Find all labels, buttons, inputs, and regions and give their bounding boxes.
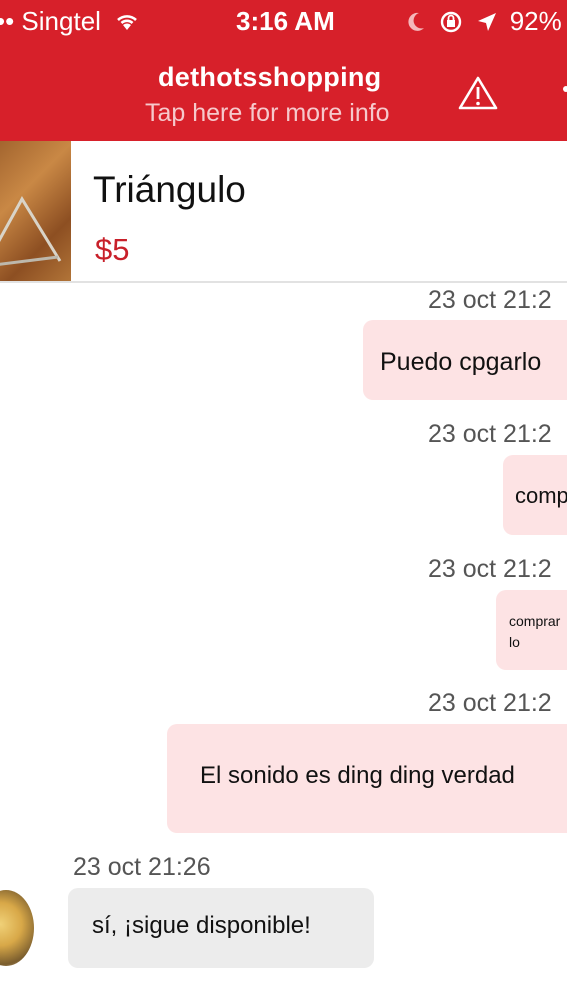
status-icons: 92% — [406, 6, 562, 37]
message-text: sí, ¡sigue disponible! — [92, 912, 311, 939]
battery-percent: 92% — [509, 6, 562, 36]
product-card[interactable]: Triángulo $5 — [0, 141, 567, 283]
moon-icon — [408, 12, 424, 31]
message-timestamp: 23 oct 21:2 — [428, 286, 552, 314]
rotation-lock-icon — [441, 11, 462, 33]
incoming-message-bubble[interactable]: sí, ¡sigue disponible! — [68, 888, 374, 968]
outgoing-message-bubble[interactable]: comp — [503, 455, 567, 535]
message-timestamp: 23 oct 21:2 — [428, 420, 552, 448]
message-text: comprar — [509, 613, 561, 629]
message-text: Puedo cpgarlo — [380, 348, 542, 376]
product-name: Triángulo — [93, 169, 246, 210]
clock: 3:16 AM — [236, 6, 335, 36]
message-text: El sonido es ding ding verdad — [200, 762, 515, 789]
message-text: comp — [515, 483, 567, 508]
seller-name[interactable]: dethotsshopping — [158, 62, 381, 93]
message-text-line-2: lo — [509, 634, 520, 650]
message-timestamp: 23 oct 21:26 — [73, 853, 211, 881]
message-timestamp: 23 oct 21:2 — [428, 555, 552, 583]
seller-avatar[interactable] — [0, 890, 34, 966]
carrier-label: •• Singtel — [0, 6, 140, 37]
message-timestamp: 23 oct 21:2 — [428, 689, 552, 717]
triangle-instrument-icon — [0, 196, 62, 266]
app-header: •• Singtel 3:16 AM 92% dethotsshopping T… — [0, 0, 567, 141]
outgoing-message-bubble[interactable]: comprar lo — [496, 590, 567, 670]
report-warning-icon[interactable] — [458, 75, 498, 111]
wifi-icon — [117, 15, 138, 30]
location-arrow-icon — [478, 13, 497, 31]
outgoing-message-bubble[interactable]: Puedo cpgarlo — [363, 320, 567, 400]
product-price: $5 — [95, 232, 130, 267]
more-info-hint[interactable]: Tap here for more info — [145, 99, 390, 128]
more-options-icon[interactable] — [563, 86, 567, 92]
status-bar: •• Singtel 3:16 AM 92% — [0, 6, 567, 40]
outgoing-message-bubble[interactable]: El sonido es ding ding verdad — [167, 724, 567, 833]
product-image — [0, 141, 71, 281]
